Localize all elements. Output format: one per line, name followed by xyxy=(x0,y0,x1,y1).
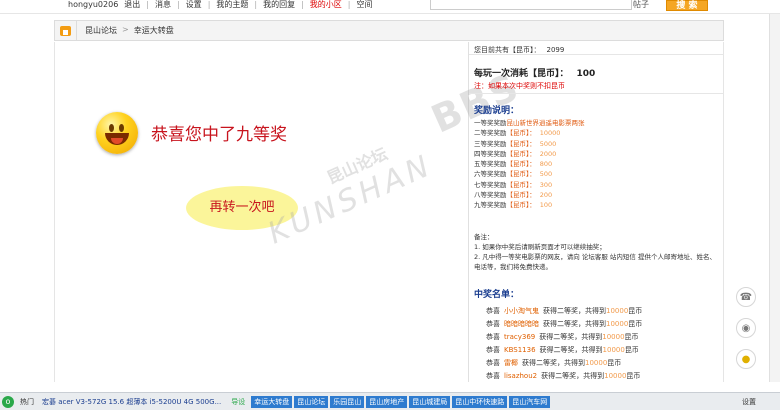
prize-row: 九等奖奖励【昆币】： 100 xyxy=(474,201,553,210)
bookmark-tabs: 幸运大转盘 昆山论坛 乐园昆山 昆山房地产 昆山城建局 昆山中环快速路 昆山汽车… xyxy=(251,395,551,408)
breadcrumb: 昆山论坛 > 幸运大转盘 xyxy=(54,20,724,41)
messages-link[interactable]: 消息 xyxy=(155,0,171,9)
winner-row: 恭喜 雷椰 获得二等奖，共得到10000昆币 xyxy=(486,359,622,367)
winner-name[interactable]: 雷椰 xyxy=(504,359,518,367)
smiley-face-icon xyxy=(96,112,138,154)
prize-section-title: 奖励说明： xyxy=(474,106,520,116)
bookmark-tab[interactable]: 幸运大转盘 xyxy=(251,395,293,408)
top-nav-bar: hongyu0206 退出 | 消息 | 设置 | 我的主题 | 我的回复 | … xyxy=(0,0,780,14)
remarks: 备注： 1. 如果你中奖后请刷新页面才可以继续抽奖； 2. 凡中得一等奖电影票的… xyxy=(474,232,720,272)
prize-row: 一等奖奖励昆山新世界逍遥电影票两张 xyxy=(474,119,585,127)
spin-again-button[interactable]: 再转一次吧 xyxy=(186,186,298,230)
winner-name[interactable]: KBS1136 xyxy=(504,346,536,354)
winner-row: 恭喜 tracy369 获得二等奖，共得到10000昆币 xyxy=(486,333,639,341)
breadcrumb-current: 幸运大转盘 xyxy=(133,26,174,35)
home-button[interactable] xyxy=(55,21,77,40)
bookmark-tab[interactable]: 昆山城建局 xyxy=(409,395,451,408)
my-topics-link[interactable]: 我的主题 xyxy=(216,0,248,9)
cost-note: 注：如果本次中奖则不扣昆币 xyxy=(474,82,565,90)
coin-balance-value: 2099 xyxy=(546,46,565,54)
space-link[interactable]: 空间 xyxy=(357,0,373,9)
search-type-select[interactable]: 帖子 xyxy=(633,0,649,10)
remarks-title: 备注： xyxy=(474,233,494,241)
browser-logo-icon[interactable]: o xyxy=(2,395,14,408)
logout-link[interactable]: 退出 xyxy=(124,0,140,9)
prize-row: 二等奖奖励【昆币】： 10000 xyxy=(474,129,561,138)
hot-label[interactable]: 热门 xyxy=(20,397,34,407)
winner-name[interactable]: lisazhou2 xyxy=(504,372,537,380)
user-nav: hongyu0206 退出 | 消息 | 设置 | 我的主题 | 我的回复 | … xyxy=(68,0,373,9)
wechat-icon[interactable]: ◉ xyxy=(736,318,756,338)
qq-icon[interactable]: ● xyxy=(736,349,756,369)
browser-bottom-bar: o 热门 宏碁 acer V3-572G 15.6 超薄本 i5-5200U 4… xyxy=(0,392,780,410)
winner-row: 恭喜 KBS1136 获得二等奖，共得到10000昆币 xyxy=(486,346,639,354)
prize-row: 六等奖奖励【昆币】： 500 xyxy=(474,170,553,179)
winner-list: 恭喜 小小淘气鬼 获得二等奖，共得到10000昆币 恭喜 暗暗暗暗暗 获得二等奖，共得到… xyxy=(486,305,642,383)
win-message: 恭喜您中了九等奖 xyxy=(151,125,287,145)
bookmark-tab[interactable]: 昆山汽车网 xyxy=(509,395,551,408)
settings-button[interactable]: 设置 xyxy=(742,397,756,407)
home-icon xyxy=(60,25,71,36)
remark-line: 2. 凡中得一等奖电影票的网友，请向 论坛客服 站内短信 提供个人邮寄地址、姓名… xyxy=(474,253,716,271)
prize-row: 七等奖奖励【昆币】： 300 xyxy=(474,180,553,189)
page-scrollbar[interactable] xyxy=(769,14,780,382)
settings-link[interactable]: 设置 xyxy=(186,0,202,9)
nav-label[interactable]: 导设 xyxy=(231,397,245,407)
winners-section-title: 中奖名单： xyxy=(474,290,520,300)
prize-row: 三等奖奖励【昆币】： 5000 xyxy=(474,139,557,148)
spin-cost: 每玩一次消耗【昆币】： 100 xyxy=(474,69,596,79)
winner-name[interactable]: 暗暗暗暗暗 xyxy=(504,320,539,328)
bookmark-tab[interactable]: 昆山中环快速路 xyxy=(452,395,508,408)
winner-row: 恭喜 暗暗暗暗暗 获得二等奖，共得到10000昆币 xyxy=(486,320,643,328)
prize-list: 一等奖奖励昆山新世界逍遥电影票两张 二等奖奖励【昆币】： 10000 三等奖奖励【… xyxy=(474,118,585,211)
winner-row: 恭喜 lisazhou2 获得二等奖，共得到10000昆币 xyxy=(486,372,641,380)
breadcrumb-forum[interactable]: 昆山论坛 xyxy=(85,25,117,36)
my-community-link[interactable]: 我的小区 xyxy=(310,0,342,9)
bookmark-tab[interactable]: 昆山论坛 xyxy=(294,395,329,408)
remark-line: 1. 如果你中奖后请刷新页面才可以继续抽奖； xyxy=(474,243,606,251)
winner-name[interactable]: tracy369 xyxy=(504,333,535,341)
my-replies-link[interactable]: 我的回复 xyxy=(263,0,295,9)
headset-icon[interactable]: ☎ xyxy=(736,287,756,307)
winner-name[interactable]: 小小淘气鬼 xyxy=(504,307,539,315)
prize-row: 四等奖奖励【昆币】： 2000 xyxy=(474,149,557,158)
prize-row: 八等奖奖励【昆币】： 200 xyxy=(474,191,553,200)
bookmark-tab[interactable]: 昆山房地产 xyxy=(366,395,408,408)
search-button[interactable]: 搜 索 xyxy=(666,0,708,11)
bookmark-tab[interactable]: 乐园昆山 xyxy=(330,395,365,408)
ad-link[interactable]: 宏碁 acer V3-572G 15.6 超薄本 i5-5200U 4G 500… xyxy=(42,397,221,407)
search-input[interactable] xyxy=(430,0,632,10)
winner-row: 恭喜 小小淘气鬼 获得二等奖，共得到10000昆币 xyxy=(486,307,643,315)
username-link[interactable]: hongyu0206 xyxy=(68,0,118,9)
prize-row: 五等奖奖励【昆币】： 800 xyxy=(474,160,553,169)
breadcrumb-arrow: > xyxy=(122,25,129,34)
